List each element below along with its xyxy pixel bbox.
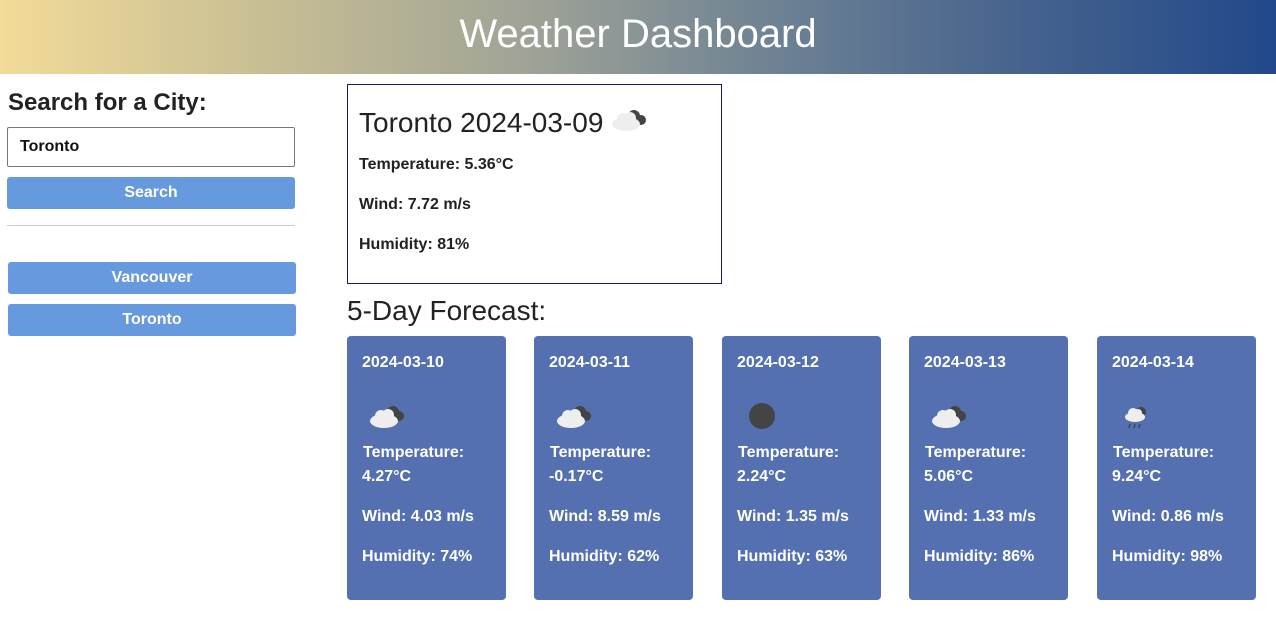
forecast-heading: 5-Day Forecast: — [347, 295, 547, 326]
forecast-wind: Wind: 0.86 m/s — [1112, 508, 1224, 525]
forecast-humidity: Humidity: 86% — [924, 548, 1035, 565]
forecast-wind: Wind: 1.35 m/s — [737, 508, 849, 525]
forecast-card: 2024-03-11 Temperature: -0.17°C Wind: 8.… — [534, 336, 693, 600]
current-weather-title: Toronto 2024-03-09 — [359, 102, 649, 143]
forecast-date: 2024-03-14 — [1112, 354, 1194, 371]
forecast-temp-value: -0.17°C — [549, 468, 604, 485]
forecast-humidity: Humidity: 62% — [549, 548, 660, 565]
forecast-temp-label: Temperature: — [363, 444, 465, 461]
forecast-temp-label: Temperature: — [738, 444, 840, 461]
current-weather-card: Toronto 2024-03-09 Temperature: 5.36°C W… — [347, 84, 722, 284]
forecast-card: 2024-03-13 Temperature: 5.06°C Wind: 1.3… — [909, 336, 1068, 600]
broken-clouds-icon — [929, 400, 969, 432]
forecast-humidity: Humidity: 98% — [1112, 548, 1223, 565]
forecast-card: 2024-03-10 Temperature: 4.27°C Wind: 4.0… — [347, 336, 506, 600]
rain-icon — [1117, 400, 1157, 432]
forecast-date: 2024-03-11 — [549, 354, 630, 371]
forecast-temp-value: 2.24°C — [737, 468, 787, 485]
sidebar-divider — [7, 225, 295, 226]
broken-clouds-icon — [367, 400, 407, 432]
city-search-input[interactable] — [7, 127, 295, 167]
current-city-date: Toronto 2024-03-09 — [359, 106, 604, 138]
forecast-humidity: Humidity: 74% — [362, 548, 473, 565]
forecast-temp-label: Temperature: — [1113, 444, 1215, 461]
page-title: Weather Dashboard — [459, 11, 817, 56]
forecast-date: 2024-03-13 — [924, 354, 1006, 371]
current-wind: Wind: 7.72 m/s — [359, 196, 471, 213]
forecast-temp-label: Temperature: — [550, 444, 652, 461]
forecast-temp-value: 5.06°C — [924, 468, 974, 485]
broken-clouds-icon — [609, 106, 649, 143]
forecast-temp-value: 9.24°C — [1112, 468, 1162, 485]
forecast-wind: Wind: 8.59 m/s — [549, 508, 661, 525]
forecast-date: 2024-03-10 — [362, 354, 444, 371]
current-temperature: Temperature: 5.36°C — [359, 156, 514, 173]
page-header: Weather Dashboard — [0, 0, 1276, 74]
forecast-date: 2024-03-12 — [737, 354, 819, 371]
forecast-wind: Wind: 4.03 m/s — [362, 508, 474, 525]
search-heading: Search for a City: — [8, 89, 207, 116]
search-button[interactable]: Search — [7, 177, 295, 209]
forecast-temp-value: 4.27°C — [362, 468, 412, 485]
forecast-temp-label: Temperature: — [925, 444, 1027, 461]
broken-clouds-icon — [554, 400, 594, 432]
current-humidity: Humidity: 81% — [359, 236, 470, 253]
history-button-toronto[interactable]: Toronto — [8, 304, 296, 336]
forecast-card: 2024-03-14 Temperature: 9.24°C Wind: 0.8… — [1097, 336, 1256, 600]
history-button-vancouver[interactable]: Vancouver — [8, 262, 296, 294]
forecast-humidity: Humidity: 63% — [737, 548, 848, 565]
forecast-wind: Wind: 1.33 m/s — [924, 508, 1036, 525]
forecast-card: 2024-03-12 Temperature: 2.24°C Wind: 1.3… — [722, 336, 881, 600]
clear-night-icon — [742, 400, 782, 432]
